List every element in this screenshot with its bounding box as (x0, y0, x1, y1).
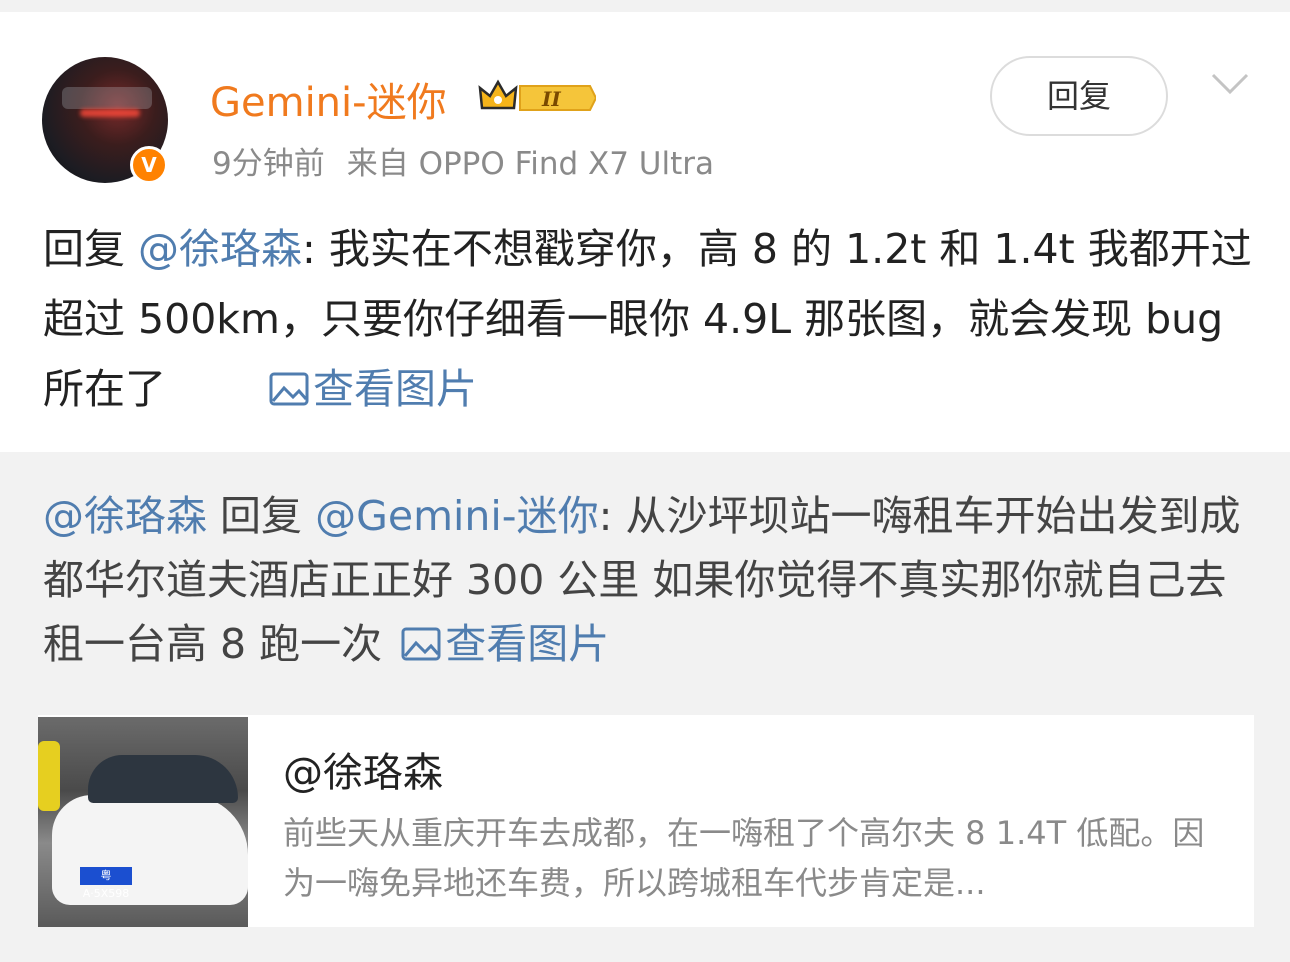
quoted-comment-text: @徐珞森 回复 @Gemini-迷你: 从沙坪坝站一嗨租车开始出发到成都华尔道夫… (43, 484, 1253, 676)
chevron-down-icon[interactable] (1210, 72, 1250, 96)
view-image-link[interactable]: 查看图片 (269, 365, 477, 413)
mention-link[interactable]: @徐珞森 (138, 225, 302, 273)
image-icon (269, 372, 309, 406)
shared-post-thumbnail[interactable]: 粤A·5X598 (38, 717, 248, 927)
avatar-taillight (80, 109, 140, 117)
comment-meta: 9分钟前 来自 OPPO Find X7 Ultra (212, 138, 714, 183)
shared-post-title[interactable]: @徐珞森 (283, 740, 443, 798)
quoted-view-image-link[interactable]: 查看图片 (401, 620, 609, 668)
thumbnail-person (38, 741, 60, 811)
shared-post-description: 前些天从重庆开车去成都，在一嗨租了个高尔夫 8 1.4T 低配。因为一嗨免异地还… (283, 814, 1205, 902)
reply-prefix: 回复 (43, 225, 125, 273)
reply-button[interactable]: 回复 (990, 56, 1168, 136)
image-icon (401, 627, 441, 661)
quoted-target-link[interactable]: @Gemini-迷你 (315, 492, 599, 540)
top-separator (0, 0, 1290, 12)
crown-level-badge-icon: II (478, 79, 596, 111)
view-image-label: 查看图片 (313, 365, 478, 413)
thumbnail-car (52, 795, 248, 905)
quoted-author-link[interactable]: @徐珞森 (43, 492, 207, 540)
thumbnail-car-windshield (88, 755, 238, 803)
source-device: 来自 OPPO Find X7 Ultra (346, 146, 715, 182)
timestamp: 9分钟前 (212, 146, 325, 182)
comment-text: 回复 @徐珞森: 我实在不想戳穿你，高 8 的 1.2t 和 1.4t 我都开过… (43, 214, 1253, 424)
svg-text:II: II (541, 87, 561, 111)
verified-badge-icon: V (130, 146, 168, 184)
quoted-view-image-label: 查看图片 (445, 620, 610, 668)
thumbnail-plate: 粤A·5X598 (80, 867, 132, 900)
quoted-reply-word: 回复 (220, 492, 303, 540)
avatar-glass (62, 87, 152, 109)
username[interactable]: Gemini-迷你 (210, 70, 447, 128)
